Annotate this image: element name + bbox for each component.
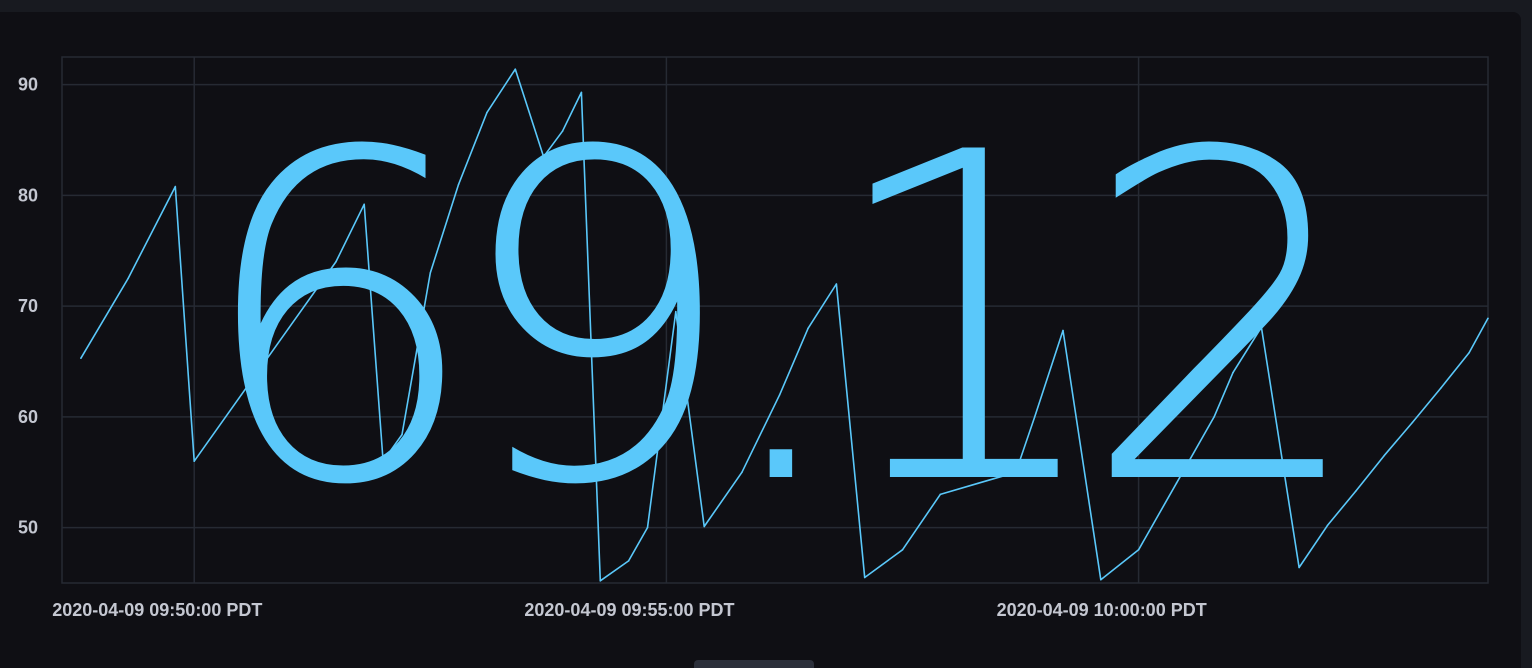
data-point: [646, 526, 649, 529]
data-point: [193, 460, 196, 462]
x-axis-ticks: 2020-04-09 09:50:00 PDT 2020-04-09 09:55:…: [52, 600, 1207, 620]
line-chart: 5060708090 2020-04-09 09:50:00 PDT 2020-0…: [18, 56, 1489, 620]
data-point: [1383, 454, 1385, 457]
data-point: [1439, 387, 1442, 389]
data-point: [1354, 490, 1357, 492]
data-point: [1100, 578, 1102, 581]
data-point: [1175, 482, 1178, 485]
data-point: [1137, 548, 1140, 551]
data-point: [778, 393, 781, 396]
data-point: [1062, 329, 1064, 332]
data-point: [401, 433, 403, 436]
data-point: [1033, 416, 1036, 418]
y-tick-label: 60: [18, 407, 38, 427]
data-point: [1411, 421, 1414, 424]
chart-grid: [61, 56, 1489, 584]
y-tick-label: 80: [18, 185, 38, 205]
data-point: [127, 277, 129, 280]
data-point: [382, 460, 384, 462]
data-point: [599, 579, 602, 582]
data-point: [80, 357, 82, 360]
data-point: [1260, 326, 1263, 328]
data-point: [835, 283, 838, 285]
data-point: [335, 261, 337, 263]
data-point: [486, 111, 488, 114]
data-point: [1487, 317, 1489, 320]
data-point: [429, 272, 432, 274]
data-point: [457, 183, 460, 186]
data-point: [1213, 416, 1215, 418]
x-tick-label: 2020-04-09 10:00:00 PDT: [997, 600, 1207, 620]
data-point: [901, 548, 904, 551]
y-tick-label: 50: [18, 518, 38, 538]
data-point: [1326, 524, 1329, 527]
data-point: [287, 327, 290, 330]
data-point: [580, 91, 583, 94]
data-point: [627, 560, 630, 562]
data-point: [174, 185, 177, 188]
data-point: [514, 68, 517, 70]
data-point: [807, 327, 809, 330]
data-point: [1232, 371, 1234, 374]
data-point: [1298, 566, 1300, 569]
data-point: [363, 203, 365, 206]
data-point: [675, 310, 677, 313]
x-tick-label: 2020-04-09 09:55:00 PDT: [524, 600, 734, 620]
data-point: [1468, 351, 1470, 354]
data-point: [741, 471, 743, 474]
y-tick-label: 90: [18, 75, 38, 95]
plot-border: [61, 56, 1489, 584]
data-point: [1015, 471, 1017, 474]
chart-series: [80, 68, 1489, 582]
resize-handle[interactable]: [694, 660, 814, 668]
y-axis-ticks: 50 60 70 80 90: [18, 75, 38, 538]
data-point: [561, 130, 564, 132]
data-point: [977, 482, 979, 485]
data-point: [542, 155, 545, 158]
data-point: [939, 493, 942, 496]
data-point: [703, 525, 705, 528]
series-line: [80, 68, 1489, 582]
y-tick-label: 70: [18, 296, 38, 316]
data-point: [240, 393, 243, 396]
data-point: [863, 576, 866, 579]
x-tick-label: 2020-04-09 09:50:00 PDT: [52, 600, 262, 620]
